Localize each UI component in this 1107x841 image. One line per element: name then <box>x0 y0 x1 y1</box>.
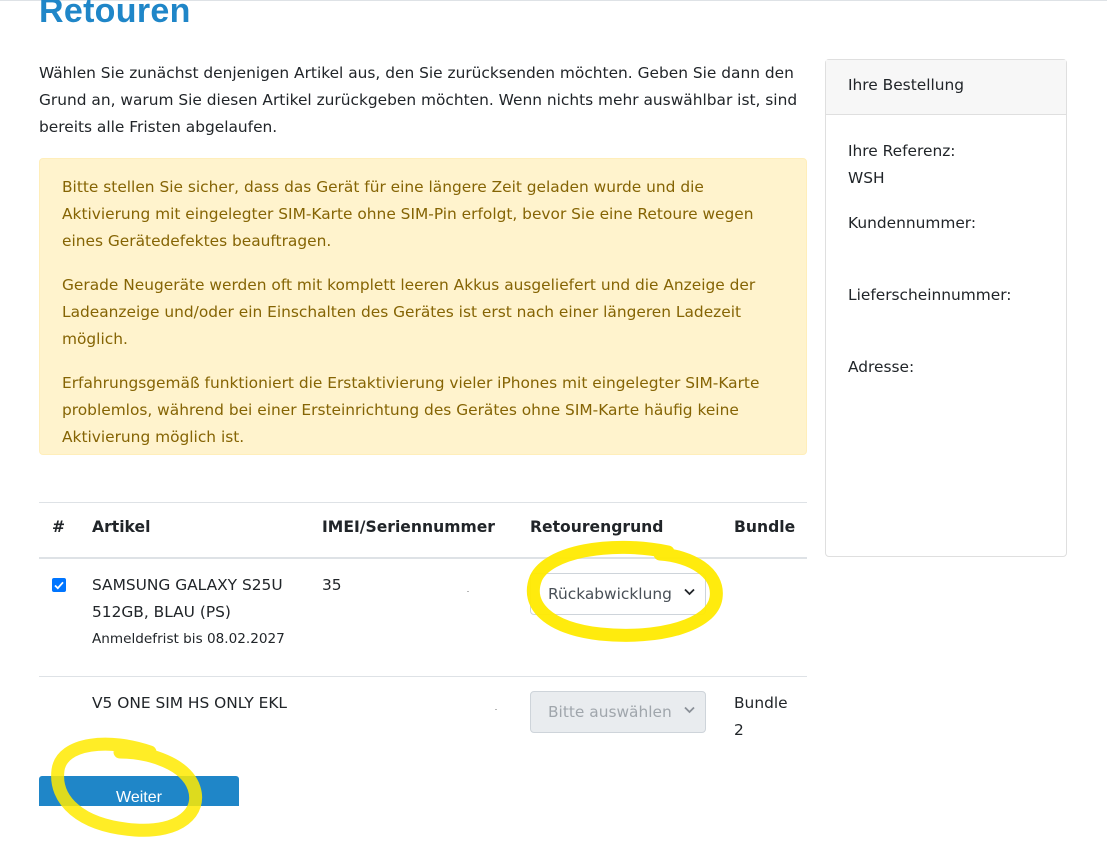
row2-reason-select: Bitte auswählen <box>530 691 706 733</box>
intro-text: Wählen Sie zunächst denjenigen Artikel a… <box>39 64 798 136</box>
col-header-reason: Retourengrund <box>530 518 664 536</box>
row2-bundle-label: Bundle <box>734 694 788 712</box>
row1-reason-value: Rückabwicklung <box>548 585 672 603</box>
row1-deadline: Anmeldefrist bis 08.02.2027 <box>92 631 285 647</box>
col-header-artikel: Artikel <box>92 518 151 536</box>
col-header-number: # <box>52 518 66 536</box>
checkbox-checked-icon <box>54 581 64 590</box>
notice-paragraph-1: Bitte stellen Sie sicher, dass das Gerät… <box>62 178 754 250</box>
row1-imei-redacted-mark <box>467 591 469 592</box>
sidebar-title: Ihre Bestellung <box>826 60 1066 115</box>
row2-imei-redacted-mark <box>495 709 497 710</box>
reference-value: WSH <box>848 169 885 187</box>
weiter-button[interactable]: Weiter <box>39 776 239 806</box>
row-separator <box>39 676 807 677</box>
notice-paragraph-2: Gerade Neugeräte werden oft mit komplett… <box>62 276 756 348</box>
address-label: Adresse: <box>848 358 915 376</box>
row1-artikel-variant: 512GB, BLAU (PS) <box>92 603 231 621</box>
row1-checkbox[interactable] <box>52 578 66 592</box>
row2-artikel-name: V5 ONE SIM HS ONLY EKL <box>92 694 288 712</box>
order-sidebar: Ihre Bestellung Ihre Referenz: WSH Kunde… <box>825 59 1067 557</box>
table-top-border <box>39 502 807 503</box>
row2-reason-placeholder: Bitte auswählen <box>548 703 672 721</box>
notice-paragraph-3: Erfahrungsgemäß funktioniert die Erstakt… <box>62 374 760 446</box>
row2-bundle: Bundle 2 <box>734 690 788 744</box>
row1-artikel-name: SAMSUNG GALAXY S25U <box>92 576 283 594</box>
col-header-bundle: Bundle <box>734 518 796 536</box>
customer-number-label: Kundennummer: <box>848 214 977 232</box>
row1-imei: 35 <box>322 576 342 594</box>
reference-label: Ihre Referenz: <box>848 142 956 160</box>
page-title: Retouren <box>39 0 191 30</box>
row2-bundle-number: 2 <box>734 721 744 739</box>
notice-alert: Bitte stellen Sie sicher, dass das Gerät… <box>39 158 807 455</box>
chevron-down-icon <box>684 588 695 596</box>
col-header-imei: IMEI/Seriennummer <box>322 518 495 536</box>
chevron-down-icon <box>684 706 695 714</box>
row1-reason-select[interactable]: Rückabwicklung <box>530 573 706 615</box>
delivery-note-label: Lieferscheinnummer: <box>848 286 1012 304</box>
table-header-border <box>39 557 807 559</box>
row1-artikel: SAMSUNG GALAXY S25U 512GB, BLAU (PS) Anm… <box>92 572 307 649</box>
